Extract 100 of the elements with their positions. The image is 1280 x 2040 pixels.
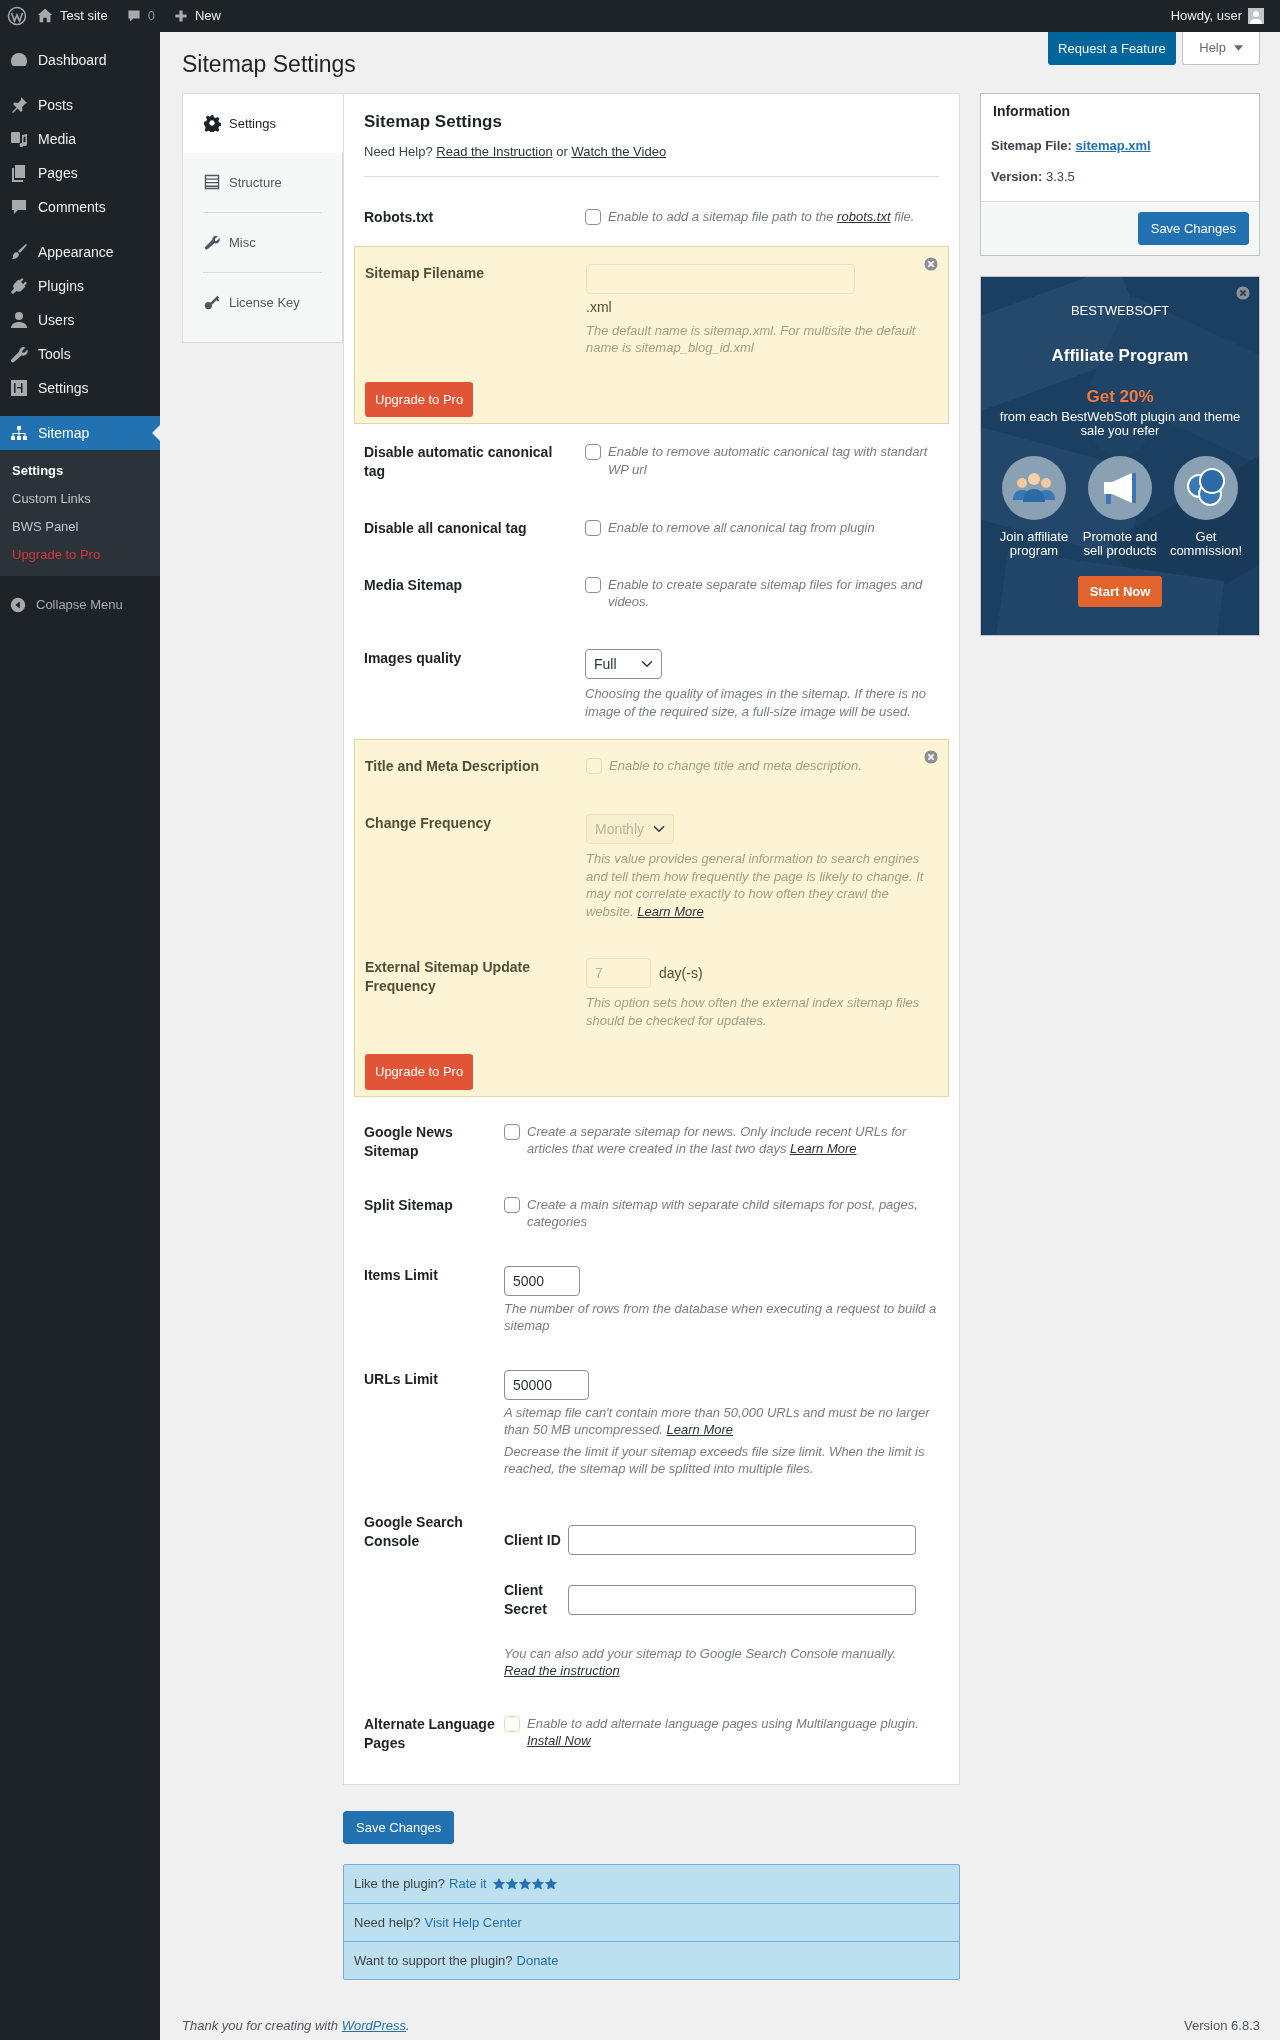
description-text: The default name is sitemap.xml. For multisite the default name is sitemap_blog_id.xml <box>586 321 917 357</box>
description-text: A sitemap file can't contain more than 50,000 URLs and must be no larger than 50 MB uncompressed. Learn More <box>504 1403 931 1439</box>
checkbox[interactable] <box>504 1123 520 1140</box>
text-input[interactable] <box>568 1524 916 1555</box>
account-link[interactable]: Howdy, user <box>1161 0 1273 32</box>
sidebar-item[interactable]: Tools <box>0 337 160 371</box>
field-label: Items Limit <box>364 1265 439 1285</box>
link[interactable]: Watch the Video <box>571 144 667 160</box>
plus-icon <box>172 8 189 24</box>
close-icon <box>924 256 938 271</box>
save-button[interactable]: Save Changes <box>1137 211 1249 246</box>
star-icon <box>518 1878 531 1891</box>
save-button[interactable]: Save Changes <box>343 1810 455 1845</box>
gear-icon <box>203 114 221 133</box>
people-icon <box>1002 456 1066 521</box>
number-input[interactable]: 5000 <box>504 1265 580 1296</box>
user-icon <box>9 310 29 330</box>
sidebar-item[interactable]: Dashboard <box>0 43 160 77</box>
sidebar-item[interactable]: Sitemap <box>0 416 160 450</box>
submenu-item[interactable]: Settings <box>0 457 160 485</box>
section-heading: Sitemap Settings <box>364 111 503 133</box>
field-label: Images quality <box>364 649 463 669</box>
submenu-item[interactable]: BWS Panel <box>0 513 160 541</box>
field-label: External Sitemap Update Frequency <box>365 958 531 997</box>
version-text: Version 6.8.3 <box>1184 2017 1260 2036</box>
text-input[interactable] <box>568 1584 916 1615</box>
support-text: Want to support the plugin? <box>354 1951 513 1970</box>
checkbox[interactable] <box>585 444 601 461</box>
star-icon <box>544 1878 557 1891</box>
new-link[interactable]: New <box>163 0 230 32</box>
brush-icon <box>9 242 29 262</box>
field-label: URLs Limit <box>364 1369 439 1389</box>
site-link[interactable]: Test site <box>27 0 117 32</box>
field-label: Media Sitemap <box>364 575 464 595</box>
help-button[interactable]: Help <box>1182 32 1260 65</box>
info-label: Sitemap File: <box>991 137 1072 153</box>
media-icon <box>9 129 29 149</box>
wordpress-logo-icon <box>7 6 27 26</box>
support-text: Need help? <box>354 1913 421 1932</box>
link[interactable]: sitemap.xml <box>1075 137 1151 153</box>
description-text: Choosing the quality of images in the sitemap. If there is no image of the required size, a full-size image will be used. <box>585 685 928 721</box>
field-label: Client Secret <box>504 1580 548 1619</box>
support-text: Like the plugin? <box>354 1875 446 1894</box>
link[interactable]: robots.txt <box>837 208 891 224</box>
banner-text: from each BestWebSoft plugin and theme sale you refer <box>998 409 1242 439</box>
help-text: Need Help? Read the Instruction or Watch the Video <box>364 142 939 177</box>
comment-icon <box>125 8 142 24</box>
link[interactable]: Read the Instruction <box>436 144 553 160</box>
field-label: Disable all canonical tag <box>364 519 528 538</box>
sidebar-item[interactable]: Pages <box>0 156 160 190</box>
description-text: Enable to add alternate language pages using Multilanguage plugin. Install Now <box>527 1714 920 1750</box>
dropdown[interactable]: Full <box>585 649 662 680</box>
info-label: Version: <box>991 169 1043 185</box>
unit-text: day(-s) <box>659 963 703 983</box>
plug-icon <box>9 276 29 296</box>
highlight-text: Get 20% <box>1086 386 1154 409</box>
tab[interactable]: Settings <box>183 93 343 153</box>
request-feature-button[interactable]: Request a Feature <box>1048 32 1176 65</box>
star-icon <box>505 1878 518 1891</box>
field-label: Change Frequency <box>365 814 493 833</box>
link[interactable]: Learn More <box>666 1422 734 1438</box>
star-icon <box>531 1878 544 1891</box>
collapse-icon <box>9 595 27 614</box>
comments-link[interactable]: 0 <box>116 0 164 32</box>
checkbox[interactable] <box>585 208 601 225</box>
sidebar-item[interactable]: Comments <box>0 190 160 224</box>
description-text: Enable to change title and meta description. <box>609 757 862 775</box>
sidebar-item[interactable]: Posts <box>0 88 160 122</box>
sidebar-item[interactable]: Plugins <box>0 269 160 303</box>
field-label: Alternate Language Pages <box>364 1714 496 1753</box>
upgrade-button[interactable]: Upgrade to Pro <box>365 381 474 418</box>
collapse-menu-button[interactable]: Collapse Menu <box>0 587 160 623</box>
sitemap-icon <box>9 423 29 443</box>
checkbox[interactable] <box>585 576 601 593</box>
upgrade-button[interactable]: Upgrade to Pro <box>365 1054 474 1090</box>
sidebar-item[interactable]: Media <box>0 122 160 156</box>
banner-title: Affiliate Program <box>1051 344 1189 367</box>
checkbox[interactable] <box>504 1196 520 1213</box>
tab[interactable]: Structure <box>183 152 342 212</box>
description-text: Decrease the limit if your sitemap exceeds file size limit. When the limit is reached, the sitemap will be splitted into multiple files. <box>504 1442 926 1478</box>
description-text: The number of rows from the database when executing a request to build a sitemap <box>504 1299 938 1335</box>
link[interactable]: Rate it <box>449 1874 487 1894</box>
submenu-item[interactable]: Custom Links <box>0 485 160 513</box>
link[interactable]: Learn More <box>790 1141 857 1157</box>
number-input[interactable]: 50000 <box>504 1369 589 1400</box>
tab[interactable]: License Key <box>183 272 342 332</box>
home-icon <box>36 7 54 25</box>
close-icon <box>924 750 938 765</box>
link[interactable]: Visit Help Center <box>424 1912 522 1933</box>
sidebar-item[interactable]: Users <box>0 303 160 337</box>
sidebar-item[interactable]: Settings <box>0 371 160 405</box>
link[interactable]: Read the instruction <box>504 1663 620 1679</box>
link[interactable]: Donate <box>516 1950 559 1971</box>
tab[interactable]: Misc <box>183 212 342 272</box>
field-label: Disable automatic canonical tag <box>364 443 554 482</box>
checkbox[interactable] <box>585 520 601 537</box>
footer-text: Thank you for creating with WordPress. <box>182 2017 410 2036</box>
sidebar-item[interactable]: Appearance <box>0 235 160 269</box>
avatar-icon <box>1248 8 1264 24</box>
link[interactable]: WordPress <box>341 2018 406 2034</box>
